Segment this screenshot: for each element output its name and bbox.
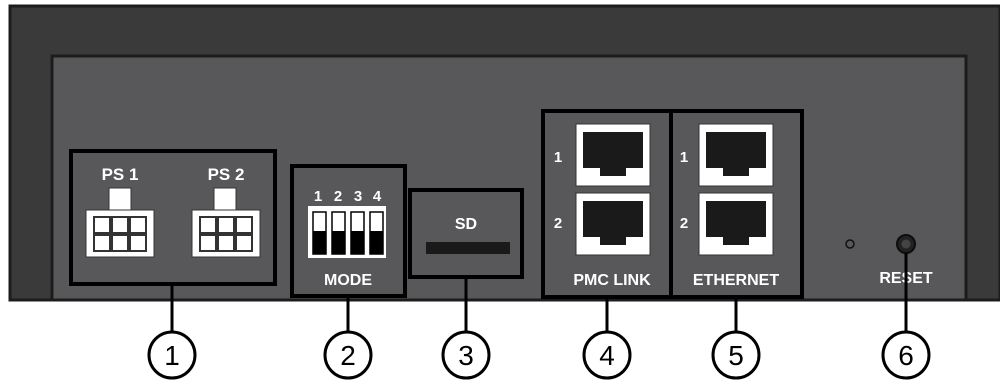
callout-number-1: 1 bbox=[164, 340, 180, 371]
callout-2: 2 bbox=[323, 330, 373, 380]
mode-switch-number-4: 4 bbox=[373, 188, 382, 205]
callout-4: 4 bbox=[582, 330, 632, 380]
ps2-label: PS 2 bbox=[208, 165, 245, 184]
ethernet-label: ETHERNET bbox=[693, 272, 779, 289]
sd-card-slot bbox=[426, 242, 510, 254]
callout-3: 3 bbox=[441, 330, 491, 380]
callout-number-6: 6 bbox=[898, 340, 914, 371]
mode-switch-number-2: 2 bbox=[334, 188, 342, 205]
ethernet-port-number-1: 1 bbox=[680, 149, 688, 166]
callout-number-2: 2 bbox=[340, 340, 356, 371]
ethernet-port-number-2: 2 bbox=[680, 215, 688, 232]
mode-switch-number-3: 3 bbox=[354, 188, 362, 205]
sd-label: SD bbox=[455, 216, 477, 233]
rear-panel-diagram: PS 1 PS 2 1 2 3 4 MODE SD 1 2 PMC LINK 1… bbox=[0, 0, 1000, 383]
pmc-link-port-1 bbox=[575, 123, 651, 187]
mode-label: MODE bbox=[324, 272, 372, 289]
pmc-link-port-2 bbox=[575, 192, 651, 256]
ps1-label: PS 1 bbox=[102, 165, 139, 184]
callout-number-3: 3 bbox=[458, 340, 474, 371]
callout-6: 6 bbox=[881, 330, 931, 380]
callout-number-5: 5 bbox=[728, 340, 744, 371]
pmc-link-port-number-1: 1 bbox=[554, 149, 562, 166]
rear-panel-svg: PS 1 PS 2 1 2 3 4 MODE SD 1 2 PMC LINK 1… bbox=[8, 4, 1000, 380]
callout-5: 5 bbox=[711, 330, 761, 380]
callout-number-4: 4 bbox=[599, 340, 615, 371]
pmc-link-label: PMC LINK bbox=[573, 272, 651, 289]
faceplate bbox=[50, 54, 968, 302]
reset-button-inner bbox=[901, 239, 911, 249]
callout-1: 1 bbox=[147, 330, 197, 380]
ethernet-port-2 bbox=[698, 192, 774, 256]
pmc-link-port-number-2: 2 bbox=[554, 215, 562, 232]
mode-switch-number-1: 1 bbox=[314, 188, 322, 205]
ethernet-port-1 bbox=[698, 123, 774, 187]
